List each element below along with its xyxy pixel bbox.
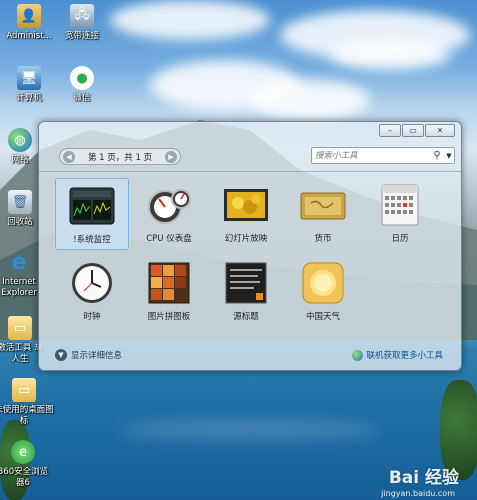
gadget-slideshow[interactable]: 幻灯片放映 bbox=[209, 178, 283, 250]
folder-icon: ▭ bbox=[12, 378, 36, 402]
globe-network-icon: ◍ bbox=[8, 128, 32, 152]
cpu-meter-icon bbox=[145, 183, 193, 227]
picture-puzzle-icon bbox=[145, 261, 193, 305]
gadget-name: 幻灯片放映 bbox=[224, 234, 268, 244]
internet-explorer-icon: e bbox=[11, 249, 27, 275]
gadget-system-monitor[interactable]: !系统监控 bbox=[55, 178, 129, 250]
gadget-china-weather[interactable]: 中国天气 bbox=[286, 256, 360, 328]
chevron-down-icon: ▼ bbox=[55, 349, 67, 361]
gadget-name: 时钟 bbox=[83, 312, 101, 322]
search-gadgets-input[interactable] bbox=[312, 150, 430, 161]
gadget-gallery-window: – ▭ ✕ ◀ 第 1 页，共 1 页 ▶ ⚲ ▼ !系统监控 bbox=[38, 121, 462, 371]
search-gadgets-box: ⚲ ▼ bbox=[311, 147, 455, 164]
clock-icon bbox=[68, 261, 116, 305]
gadget-name: 中国天气 bbox=[305, 312, 340, 322]
chevron-down-icon[interactable]: ▼ bbox=[444, 152, 454, 160]
folder-icon: ▭ bbox=[8, 316, 32, 340]
currency-icon bbox=[299, 183, 347, 227]
search-icon[interactable]: ⚲ bbox=[430, 150, 444, 161]
feed-headlines-icon bbox=[222, 261, 270, 305]
desktop-icon-administrator[interactable]: 👤 Administ... bbox=[0, 4, 58, 42]
gallery-footer: ▼ 显示详细信息 联机获取更多小工具 bbox=[39, 343, 461, 369]
gadget-picture-puzzle[interactable]: 图片拼图板 bbox=[132, 256, 206, 328]
maximize-button[interactable]: ▭ bbox=[402, 124, 424, 137]
desktop-icon-computer[interactable]: 🖥 计算机 bbox=[0, 66, 58, 104]
window-controls: – ▭ ✕ bbox=[379, 124, 455, 137]
gadget-name: 图片拼图板 bbox=[147, 312, 191, 322]
wechat-icon: ● bbox=[70, 66, 94, 90]
get-more-gadgets-link[interactable]: 联机获取更多小工具 bbox=[352, 349, 443, 361]
page-indicator: 第 1 页，共 1 页 bbox=[87, 152, 153, 163]
computer-icon: 🖥 bbox=[17, 66, 41, 90]
show-details-label: 显示详细信息 bbox=[71, 351, 123, 361]
baidu-jingyan-watermark: Bai 经验 bbox=[388, 468, 459, 488]
system-monitor-icon bbox=[68, 184, 116, 228]
gadget-calendar[interactable]: 日历 bbox=[363, 178, 437, 250]
desktop-icon-broadband[interactable]: 🖧 宽带连接 bbox=[53, 4, 111, 42]
globe-icon bbox=[352, 349, 364, 361]
watermark-url: jingyan.baidu.com bbox=[381, 489, 455, 498]
minimize-button[interactable]: – bbox=[379, 124, 401, 137]
gadget-clock[interactable]: 时钟 bbox=[55, 256, 129, 328]
360-browser-icon: e bbox=[11, 440, 35, 464]
weather-sun-icon bbox=[299, 261, 347, 305]
header-divider bbox=[39, 171, 461, 172]
recycle-bin-icon: 🗑 bbox=[8, 190, 32, 214]
show-details-button[interactable]: ▼ 显示详细信息 bbox=[55, 349, 122, 361]
close-button[interactable]: ✕ bbox=[425, 124, 455, 137]
user-folder-icon: 👤 bbox=[17, 4, 41, 28]
previous-page-icon[interactable]: ◀ bbox=[63, 150, 75, 163]
network-connection-icon: 🖧 bbox=[70, 4, 94, 28]
calendar-icon bbox=[376, 183, 424, 227]
page-navigator: ◀ 第 1 页，共 1 页 ▶ bbox=[59, 148, 181, 165]
desktop-icon-wechat[interactable]: ● 微信 bbox=[53, 66, 111, 104]
gadget-cpu-meter[interactable]: CPU 仪表盘 bbox=[132, 178, 206, 250]
gadget-name: 日历 bbox=[391, 234, 409, 244]
next-page-icon[interactable]: ▶ bbox=[165, 150, 177, 163]
gadget-name: !系统监控 bbox=[73, 235, 111, 245]
gadget-name: 源标题 bbox=[233, 312, 259, 322]
gadget-currency[interactable]: 货币 bbox=[286, 178, 360, 250]
gadget-feed-headlines[interactable]: 源标题 bbox=[209, 256, 283, 328]
get-more-gadgets-label: 联机获取更多小工具 bbox=[366, 351, 443, 361]
gadget-name: CPU 仪表盘 bbox=[146, 234, 192, 244]
slideshow-icon bbox=[222, 183, 270, 227]
gadget-name: 货币 bbox=[314, 234, 332, 244]
desktop-icon-unused-shortcuts[interactable]: ▭ 未使用的桌面图标 bbox=[0, 378, 54, 427]
desktop-icon-360-browser[interactable]: e 360安全浏览器6 bbox=[0, 440, 52, 489]
